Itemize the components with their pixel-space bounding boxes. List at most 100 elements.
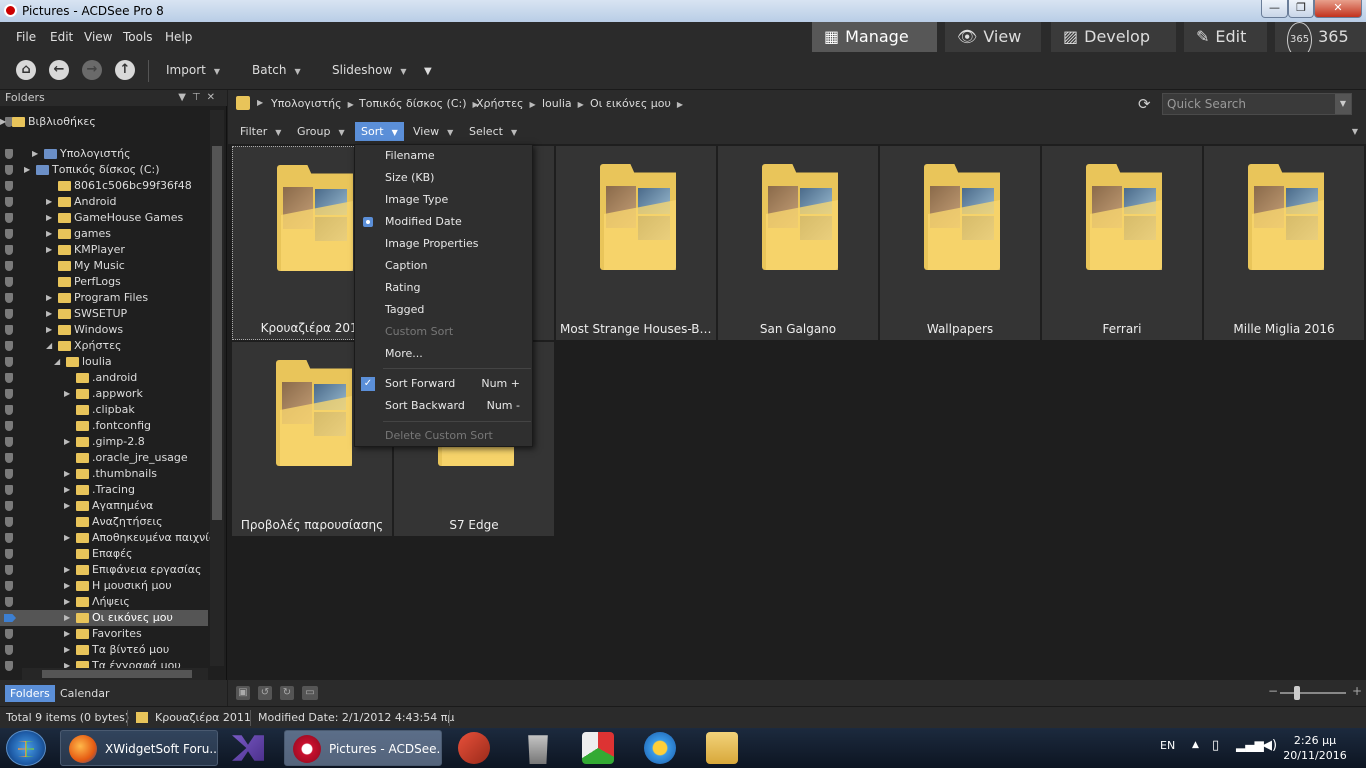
include-checkbox[interactable] <box>5 261 13 271</box>
zoom-track[interactable] <box>1280 692 1346 694</box>
include-checkbox[interactable] <box>5 325 13 335</box>
scrollbar-thumb[interactable] <box>212 146 222 520</box>
mode-develop-button[interactable]: ▨ Develop <box>1051 22 1176 52</box>
menu-edit[interactable]: Edit <box>50 30 73 44</box>
back-arrow-icon[interactable]: ← <box>49 60 69 80</box>
include-checkbox[interactable] <box>5 421 13 431</box>
photo-icon[interactable]: ▣ <box>236 686 250 700</box>
expand-arrow-icon[interactable]: ▶ <box>64 626 70 642</box>
rotate-right-icon[interactable]: ↻ <box>280 686 294 700</box>
tree-item[interactable]: PerfLogs <box>0 274 208 290</box>
chevron-down-icon[interactable]: ▼ <box>1352 127 1358 136</box>
sort-by-filename[interactable]: Filename <box>355 145 532 167</box>
volume-icon[interactable]: ◀) <box>1262 738 1277 753</box>
recycle-bin-icon[interactable] <box>528 735 548 764</box>
forward-arrow-icon[interactable]: → <box>82 60 102 80</box>
tree-item[interactable]: ▶ GameHouse Games <box>0 210 208 226</box>
tree-item[interactable]: My Music <box>0 258 208 274</box>
expand-arrow-icon[interactable]: ▶ <box>64 530 70 546</box>
expand-arrow-icon[interactable]: ▶ <box>32 146 38 162</box>
include-checkbox[interactable] <box>5 357 13 367</box>
quick-search-input[interactable]: Quick Search ▼ <box>1162 93 1352 115</box>
network-signal-icon[interactable]: ▂▄▆ <box>1236 738 1264 752</box>
group-dropdown[interactable]: Group ▼ <box>297 125 345 138</box>
media-player-icon[interactable] <box>644 732 676 764</box>
sort-by-tagged[interactable]: Tagged <box>355 299 532 321</box>
expand-arrow-icon[interactable]: ▶ <box>46 210 52 226</box>
include-checkbox[interactable] <box>5 181 13 191</box>
expand-arrow-icon[interactable]: ▶ <box>64 562 70 578</box>
mode-manage-button[interactable]: ▦ Manage <box>812 22 937 52</box>
menu-tools[interactable]: Tools <box>123 30 153 44</box>
language-indicator[interactable]: EN <box>1160 739 1175 752</box>
include-checkbox[interactable] <box>5 245 13 255</box>
include-checkbox[interactable] <box>5 437 13 447</box>
clock[interactable]: 2:26 μμ 20/11/2016 <box>1280 733 1350 763</box>
chevron-down-icon[interactable]: ▼ <box>1335 94 1351 114</box>
expand-arrow-icon[interactable]: ▶ <box>64 498 70 514</box>
rotate-left-icon[interactable]: ↺ <box>258 686 272 700</box>
menu-view[interactable]: View <box>84 30 112 44</box>
sort-backward-item[interactable]: Sort Backward Num - <box>355 395 532 417</box>
include-checkbox[interactable] <box>5 229 13 239</box>
zoom-in-icon[interactable]: + <box>1352 684 1362 698</box>
folder-thumbnail[interactable]: Ferrari <box>1042 146 1202 340</box>
folder-thumbnail[interactable]: Most Strange Houses-Buildi... <box>556 146 716 340</box>
expand-arrow-icon[interactable]: ▶ <box>46 322 52 338</box>
scrollbar-thumb[interactable] <box>42 670 192 678</box>
sort-by-rating[interactable]: Rating <box>355 277 532 299</box>
tree-item[interactable]: .clipbak <box>0 402 208 418</box>
batch-dropdown[interactable]: Batch ▼ <box>252 63 301 77</box>
expand-arrow-icon[interactable]: ▶ <box>46 306 52 322</box>
expand-arrow-icon[interactable]: ▶ <box>64 642 70 658</box>
tab-calendar[interactable]: Calendar <box>55 685 114 702</box>
tray-expand-icon[interactable]: ▲ <box>1192 740 1199 750</box>
include-checkbox[interactable] <box>5 277 13 287</box>
taskbar-firefox[interactable]: XWidgetSoft Foru... <box>60 730 218 766</box>
tree-item[interactable]: ▶ Λήψεις <box>0 594 208 610</box>
home-icon[interactable]: ⌂ <box>16 60 36 80</box>
slideshow-dropdown[interactable]: Slideshow ▼ <box>332 63 406 77</box>
include-checkbox[interactable] <box>5 533 13 543</box>
include-checkbox[interactable] <box>5 213 13 223</box>
import-dropdown[interactable]: Import ▼ <box>166 63 220 77</box>
sort-by-caption[interactable]: Caption <box>355 255 532 277</box>
expand-arrow-icon[interactable]: ▶ <box>46 226 52 242</box>
include-checkbox[interactable] <box>5 549 13 559</box>
minimize-button[interactable]: — <box>1261 0 1288 18</box>
zoom-out-icon[interactable]: − <box>1268 684 1278 698</box>
include-checkbox[interactable] <box>5 197 13 207</box>
tree-item[interactable]: ▶ Η μουσική μου <box>0 578 208 594</box>
app-icon[interactable] <box>582 732 614 764</box>
sort-by-image-type[interactable]: Image Type <box>355 189 532 211</box>
ccleaner-icon[interactable] <box>458 732 490 764</box>
menu-help[interactable]: Help <box>165 30 192 44</box>
collapse-arrow-icon[interactable]: ◢ <box>54 354 60 370</box>
include-checkbox[interactable] <box>5 517 13 527</box>
tree-item[interactable]: ▶ Program Files <box>0 290 208 306</box>
expand-arrow-icon[interactable]: ▶ <box>64 466 70 482</box>
sort-by-image-properties[interactable]: Image Properties <box>355 233 532 255</box>
tree-item[interactable]: ▶ .thumbnails <box>0 466 208 482</box>
tree-item[interactable]: 8061c506bc99f36f48 <box>0 178 208 194</box>
include-checkbox[interactable] <box>5 661 13 671</box>
mode-view-button[interactable]: 👁 View <box>945 22 1041 52</box>
include-checkbox[interactable] <box>5 149 13 159</box>
refresh-icon[interactable]: ⟳ <box>1138 95 1151 113</box>
filter-dropdown[interactable]: Filter ▼ <box>240 125 281 138</box>
expand-arrow-icon[interactable]: ▶ <box>64 386 70 402</box>
tree-item[interactable]: ▶ Windows <box>0 322 208 338</box>
tab-folders[interactable]: Folders <box>5 685 55 702</box>
include-checkbox[interactable] <box>5 341 13 351</box>
include-checkbox[interactable] <box>5 469 13 479</box>
panel-controls[interactable]: ▼⊤✕ <box>178 90 221 106</box>
expand-arrow-icon[interactable]: ▶ <box>64 610 70 626</box>
tree-item[interactable]: ▶ .gimp-2.8 <box>0 434 208 450</box>
include-checkbox[interactable] <box>5 581 13 591</box>
sort-forward-item[interactable]: ✓ Sort Forward Num + <box>355 373 532 395</box>
tree-vertical-scrollbar[interactable] <box>210 110 224 666</box>
include-checkbox[interactable] <box>5 645 13 655</box>
include-checkbox[interactable] <box>5 405 13 415</box>
zoom-knob[interactable] <box>1294 686 1300 700</box>
include-checkbox[interactable] <box>5 165 13 175</box>
